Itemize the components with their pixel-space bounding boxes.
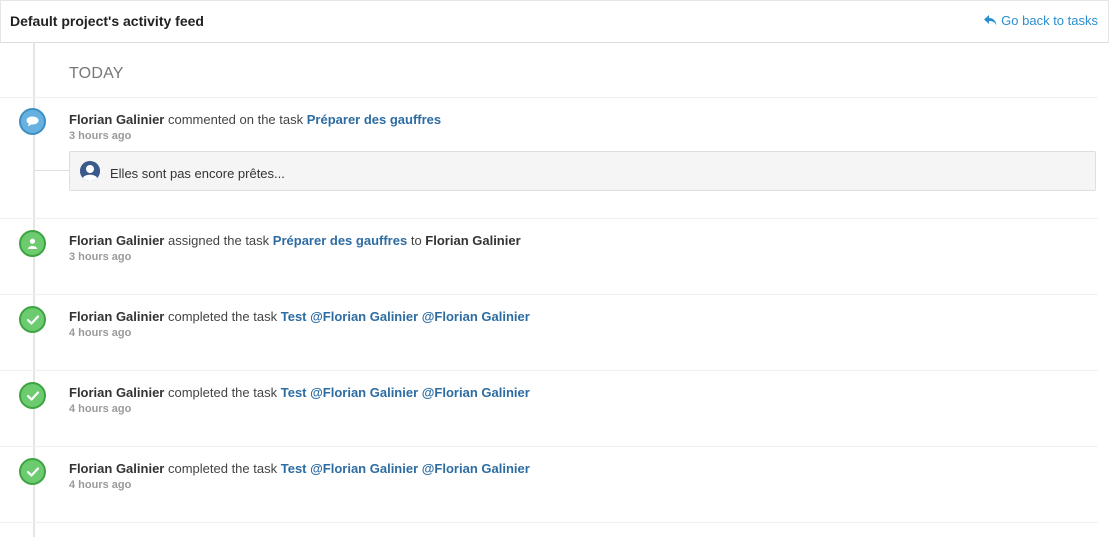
activity-entry: Florian Galinier completed the task Test… — [69, 385, 530, 400]
actor-name[interactable]: Florian Galinier — [69, 233, 164, 248]
go-back-to-tasks-link[interactable]: Go back to tasks — [984, 13, 1098, 28]
divider — [0, 522, 1098, 523]
actor-name[interactable]: Florian Galinier — [69, 112, 164, 127]
day-heading: TODAY — [69, 65, 124, 82]
activity-verb: completed the task — [167, 309, 278, 324]
activity-connector: to — [410, 233, 422, 248]
go-back-label: Go back to tasks — [1001, 13, 1098, 28]
activity-verb: completed the task — [167, 461, 278, 476]
comment-icon — [19, 108, 46, 135]
activity-entry: Florian Galinier commented on the task P… — [69, 112, 441, 127]
task-link[interactable]: Test @Florian Galinier @Florian Galinier — [281, 461, 530, 476]
activity-timestamp: 4 hours ago — [69, 403, 132, 415]
activity-verb: assigned the task — [167, 233, 270, 248]
comment-text: Elles sont pas encore prêtes... — [110, 166, 285, 181]
activity-entry: Florian Galinier assigned the task Prépa… — [69, 233, 521, 248]
activity-entry: Florian Galinier completed the task Test… — [69, 309, 530, 324]
task-link[interactable]: Préparer des gauffres — [307, 112, 441, 127]
activity-verb: commented on the task — [167, 112, 304, 127]
activity-timestamp: 4 hours ago — [69, 479, 132, 491]
check-icon — [19, 458, 46, 485]
check-icon — [19, 382, 46, 409]
task-link[interactable]: Test @Florian Galinier @Florian Galinier — [281, 309, 530, 324]
activity-timestamp: 3 hours ago — [69, 130, 132, 142]
user-icon — [19, 230, 46, 257]
divider — [0, 97, 1098, 98]
task-link[interactable]: Préparer des gauffres — [273, 233, 407, 248]
divider — [0, 218, 1098, 219]
activity-verb: completed the task — [167, 385, 278, 400]
page-title: Default project's activity feed — [10, 13, 204, 29]
assignee-name[interactable]: Florian Galinier — [425, 233, 520, 248]
divider — [0, 446, 1098, 447]
actor-name[interactable]: Florian Galinier — [69, 309, 164, 324]
comment-connector — [34, 170, 69, 171]
actor-name[interactable]: Florian Galinier — [69, 385, 164, 400]
activity-timestamp: 4 hours ago — [69, 327, 132, 339]
page-header: Default project's activity feed Go back … — [0, 0, 1109, 43]
comment-box: Elles sont pas encore prêtes... — [69, 151, 1096, 191]
activity-entry: Florian Galinier completed the task Test… — [69, 461, 530, 476]
reply-arrow-icon — [984, 15, 997, 26]
activity-timestamp: 3 hours ago — [69, 251, 132, 263]
activity-feed-page: Default project's activity feed Go back … — [0, 0, 1109, 537]
divider — [0, 370, 1098, 371]
check-icon — [19, 306, 46, 333]
divider — [0, 294, 1098, 295]
avatar — [80, 161, 100, 181]
actor-name[interactable]: Florian Galinier — [69, 461, 164, 476]
task-link[interactable]: Test @Florian Galinier @Florian Galinier — [281, 385, 530, 400]
